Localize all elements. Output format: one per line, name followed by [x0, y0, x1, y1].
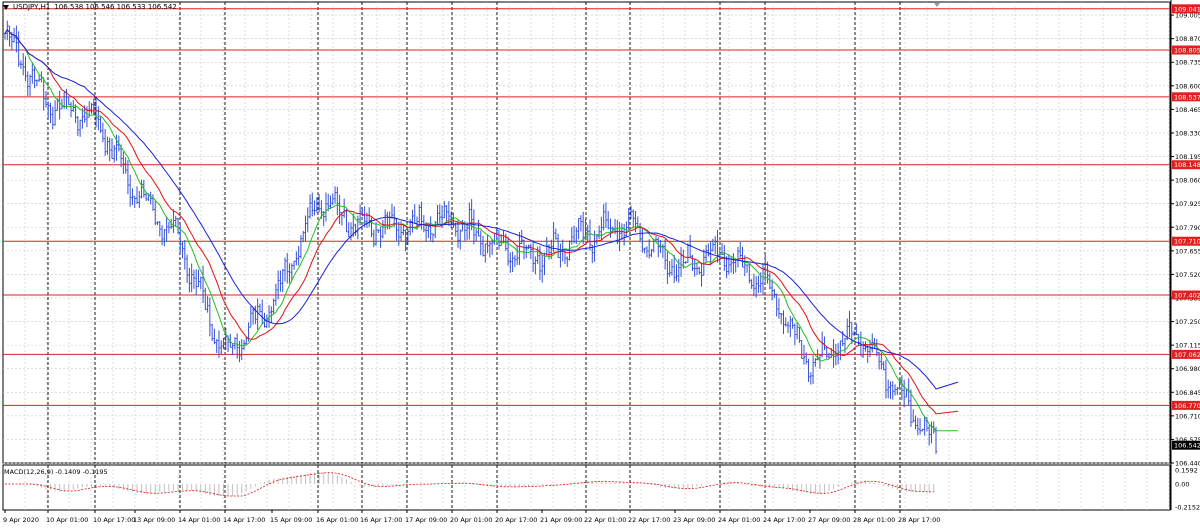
price-axis-label: 107.655 [1175, 247, 1200, 255]
price-axis-label: 106.980 [1175, 365, 1200, 373]
price-axis-label: 108.060 [1175, 177, 1200, 185]
time-axis-label: 24 Apr 01:00 [718, 516, 760, 524]
price-axis-label: 107.790 [1175, 224, 1200, 232]
price-axis-label: 107.250 [1175, 318, 1200, 326]
time-axis-label: 13 Apr 09:00 [133, 516, 175, 524]
price-axis-label: 108.330 [1175, 129, 1200, 137]
time-axis-label: 16 Apr 17:00 [360, 516, 402, 524]
macd-indicator-label: MACD(12,26,9) -0.1409 -0.1195 [4, 468, 108, 476]
chart-info-bar: USDJPY,H1 106.538 106.546 106.533 106.54… [0, 0, 177, 14]
level-price-tag-label: 107.710 [1174, 238, 1200, 246]
price-axis: 109.005108.870108.735108.600108.465108.3… [1171, 4, 1200, 512]
chart-canvas[interactable]: 109.005108.870108.735108.600108.465108.3… [0, 0, 1200, 527]
dropdown-triangle-icon[interactable] [3, 4, 9, 10]
level-price-tag-label: 109.041 [1174, 5, 1200, 13]
time-axis-label: 9 Apr 2020 [3, 516, 39, 524]
time-axis-label: 20 Apr 17:00 [495, 516, 537, 524]
level-price-tag-label: 108.537 [1174, 93, 1200, 101]
price-axis-label: 108.465 [1175, 106, 1200, 114]
time-axis-label: 17 Apr 09:00 [405, 516, 447, 524]
time-axis-label: 24 Apr 17:00 [763, 516, 805, 524]
price-axis-label: 107.115 [1175, 342, 1200, 350]
level-price-tag-label: 106.770 [1174, 402, 1200, 410]
price-axis-label: 106.845 [1175, 389, 1200, 397]
time-axis-label: 14 Apr 17:00 [223, 516, 265, 524]
level-price-tag-label: 107.402 [1174, 292, 1200, 300]
time-axis-label: 27 Apr 09:00 [808, 516, 850, 524]
macd-scale-label: 0.1592 [1175, 467, 1198, 475]
price-axis-label: 107.925 [1175, 200, 1200, 208]
time-axis-label: 16 Apr 01:00 [316, 516, 358, 524]
time-axis-label: 10 Apr 01:00 [46, 516, 88, 524]
time-axis-label: 28 Apr 01:00 [853, 516, 895, 524]
macd-scale-label: -0.2152 [1175, 504, 1200, 512]
price-axis-label: 107.520 [1175, 271, 1200, 279]
level-price-tag-label: 107.062 [1174, 351, 1200, 359]
time-axis-label: 20 Apr 01:00 [450, 516, 492, 524]
time-axis-label: 21 Apr 09:00 [540, 516, 582, 524]
current-price-tag-label: 106.542 [1174, 442, 1200, 450]
trading-chart[interactable]: 109.005 108.870 108.735 108.600 108.465 108.3… [0, 0, 1200, 527]
price-axis-label: 108.735 [1175, 59, 1200, 67]
price-axis-label: 106.710 [1175, 412, 1200, 420]
time-axis-label: 28 Apr 17:00 [898, 516, 940, 524]
price-axis-label: 108.870 [1175, 35, 1200, 43]
time-axis-label: 15 Apr 09:00 [270, 516, 312, 524]
time-axis-label: 14 Apr 01:00 [178, 516, 220, 524]
price-axis-label: 108.600 [1175, 82, 1200, 90]
symbol-label: USDJPY,H1 [13, 3, 51, 11]
time-axis-label: 22 Apr 01:00 [584, 516, 626, 524]
level-price-tag-label: 108.805 [1174, 47, 1200, 55]
ohlc-values: 106.538 106.546 106.533 106.542 [54, 3, 177, 11]
macd-scale-label: 0.00 [1175, 481, 1189, 489]
time-axis-label: 23 Apr 09:00 [673, 516, 715, 524]
time-axis-label: 22 Apr 17:00 [628, 516, 670, 524]
price-axis-label: 108.195 [1175, 153, 1200, 161]
time-axis-label: 10 Apr 17:00 [93, 516, 135, 524]
level-price-tag-label: 108.148 [1174, 161, 1200, 169]
time-axis: 9 Apr 2020 10 Apr 01:00 10 Apr 17:0013 Apr… [3, 510, 940, 524]
